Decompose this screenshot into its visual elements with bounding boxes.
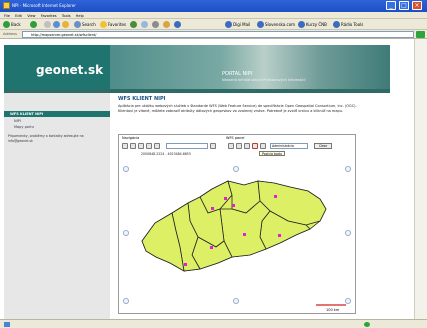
map-canvas[interactable]: 100 km: [120, 151, 356, 313]
menu-edit[interactable]: Edit: [15, 14, 22, 18]
ie-icon: [3, 2, 10, 9]
browser-toolbar: Back Search Favorites Digi Mail Slovensk…: [0, 19, 427, 30]
feature-point[interactable]: [274, 195, 277, 198]
menu-help[interactable]: Help: [76, 14, 84, 18]
site-header-banner: PORTAL NIPI Národná infraštruktúra Pries…: [110, 45, 390, 89]
history-icon[interactable]: [130, 21, 137, 28]
pan-s-button[interactable]: [233, 297, 240, 304]
feature-point[interactable]: [211, 207, 214, 210]
zoom-in-icon[interactable]: [122, 143, 128, 149]
messenger-icon[interactable]: [174, 21, 181, 28]
back-icon[interactable]: [3, 21, 10, 28]
layer-select[interactable]: Administrácia: [270, 143, 308, 149]
feature-point[interactable]: [232, 204, 235, 207]
link-kurzy[interactable]: Kurzy ČNB: [306, 21, 327, 28]
address-input[interactable]: http://mapserver.geonet.sk/wfsclient/: [22, 31, 414, 38]
wfs-panel-label: WFS panel: [226, 136, 245, 140]
sidebar-item-label: WFS KLIENT NIPI: [10, 112, 44, 116]
clear-selection-icon[interactable]: [244, 143, 250, 149]
feature-point[interactable]: [224, 197, 227, 200]
search-icon[interactable]: [74, 21, 81, 28]
pan-nw-button[interactable]: [123, 165, 129, 172]
scale-label: 100 km: [326, 308, 340, 312]
favorites-icon[interactable]: [100, 21, 107, 28]
pan-sw-button[interactable]: [123, 297, 129, 304]
link-icon: [333, 21, 340, 28]
menu-view[interactable]: View: [27, 14, 35, 18]
sidebar-item-maps[interactable]: Mapy portu: [14, 125, 34, 129]
sidebar-item-nipi[interactable]: NIPI: [14, 119, 21, 123]
clear-button[interactable]: Clear: [314, 143, 332, 149]
select-polygon-icon[interactable]: [252, 143, 258, 149]
zoom-extent-icon[interactable]: [138, 143, 144, 149]
scale-input[interactable]: [166, 143, 208, 149]
link-icon: [225, 21, 232, 28]
intro-paragraph: Aplikácia pre ukážku webových služieb v …: [118, 104, 390, 114]
feature-point[interactable]: [278, 234, 281, 237]
intro-text-2: Klientovi je vitané, môžete zobraziť atr…: [118, 109, 344, 113]
ie-status-icon: [4, 322, 10, 327]
feature-point[interactable]: [243, 233, 246, 236]
menu-favorites[interactable]: Favorites: [41, 14, 57, 18]
sidebar-item-wfs[interactable]: WFS KLIENT NIPI: [4, 111, 110, 117]
link-digi-mail[interactable]: Digi Mail: [233, 21, 250, 28]
pan-ne-button[interactable]: [344, 165, 351, 172]
scale-apply-icon[interactable]: [210, 143, 216, 149]
menu-file[interactable]: File: [4, 14, 10, 18]
pan-w-button[interactable]: [123, 230, 129, 237]
mail-icon[interactable]: [141, 21, 148, 28]
site-header-logo: geonet.sk: [4, 45, 110, 89]
page-title: WFS KLIENT NIPI: [118, 96, 166, 102]
address-label: Address: [3, 32, 17, 36]
menu-tools[interactable]: Tools: [62, 14, 71, 18]
internet-zone-icon: [364, 322, 370, 327]
window-title: NPI - Microsoft Internet Explorer: [12, 3, 76, 8]
pan-icon[interactable]: [146, 143, 152, 149]
site-logo[interactable]: geonet.sk: [36, 63, 103, 77]
maximize-button[interactable]: □: [399, 1, 409, 10]
pan-e-button[interactable]: [344, 230, 351, 237]
status-bar: [0, 319, 427, 328]
minimize-button[interactable]: _: [386, 1, 396, 10]
link-radio-tools[interactable]: Rádio Tools: [341, 21, 363, 28]
select-point-icon[interactable]: [228, 143, 234, 149]
link-slovenska[interactable]: Slovenska.com: [265, 21, 295, 28]
back-button[interactable]: Back: [11, 21, 21, 28]
go-arrow-icon[interactable]: [416, 31, 425, 38]
edit-icon[interactable]: [163, 21, 170, 28]
print-icon[interactable]: [152, 21, 159, 28]
close-button[interactable]: ×: [412, 1, 422, 10]
address-bar: Address http://mapserver.geonet.sk/wfscl…: [0, 30, 427, 39]
menu-bar: File Edit View Favorites Tools Help: [0, 12, 427, 19]
search-button[interactable]: Search: [82, 21, 96, 28]
select-rect-icon[interactable]: [236, 143, 242, 149]
nav-panel-label: Navigácia: [122, 136, 140, 140]
page-scrollbar[interactable]: [414, 39, 427, 319]
link-icon: [298, 21, 305, 28]
pan-n-button[interactable]: [233, 165, 240, 172]
pan-se-button[interactable]: [344, 297, 351, 304]
forward-icon[interactable]: [30, 21, 37, 28]
sidebar-contact-note: Pripomienky, problémy a kontakty adresuj…: [8, 134, 84, 143]
window-titlebar: NPI - Microsoft Internet Explorer _ □ ×: [0, 0, 427, 12]
portal-title: PORTAL NIPI: [222, 71, 253, 77]
favorites-button[interactable]: Favorites: [108, 21, 126, 28]
identify-icon[interactable]: [154, 143, 160, 149]
stop-icon[interactable]: [44, 21, 51, 28]
home-icon[interactable]: [62, 21, 69, 28]
zoom-out-icon[interactable]: [130, 143, 136, 149]
feature-point[interactable]: [184, 263, 187, 266]
feature-point[interactable]: [210, 246, 213, 249]
refresh-icon[interactable]: [53, 21, 60, 28]
link-icon: [257, 21, 264, 28]
portal-subtitle: Národná infraštruktúra Priestorových Inf…: [222, 78, 306, 82]
attributes-icon[interactable]: [260, 143, 266, 149]
